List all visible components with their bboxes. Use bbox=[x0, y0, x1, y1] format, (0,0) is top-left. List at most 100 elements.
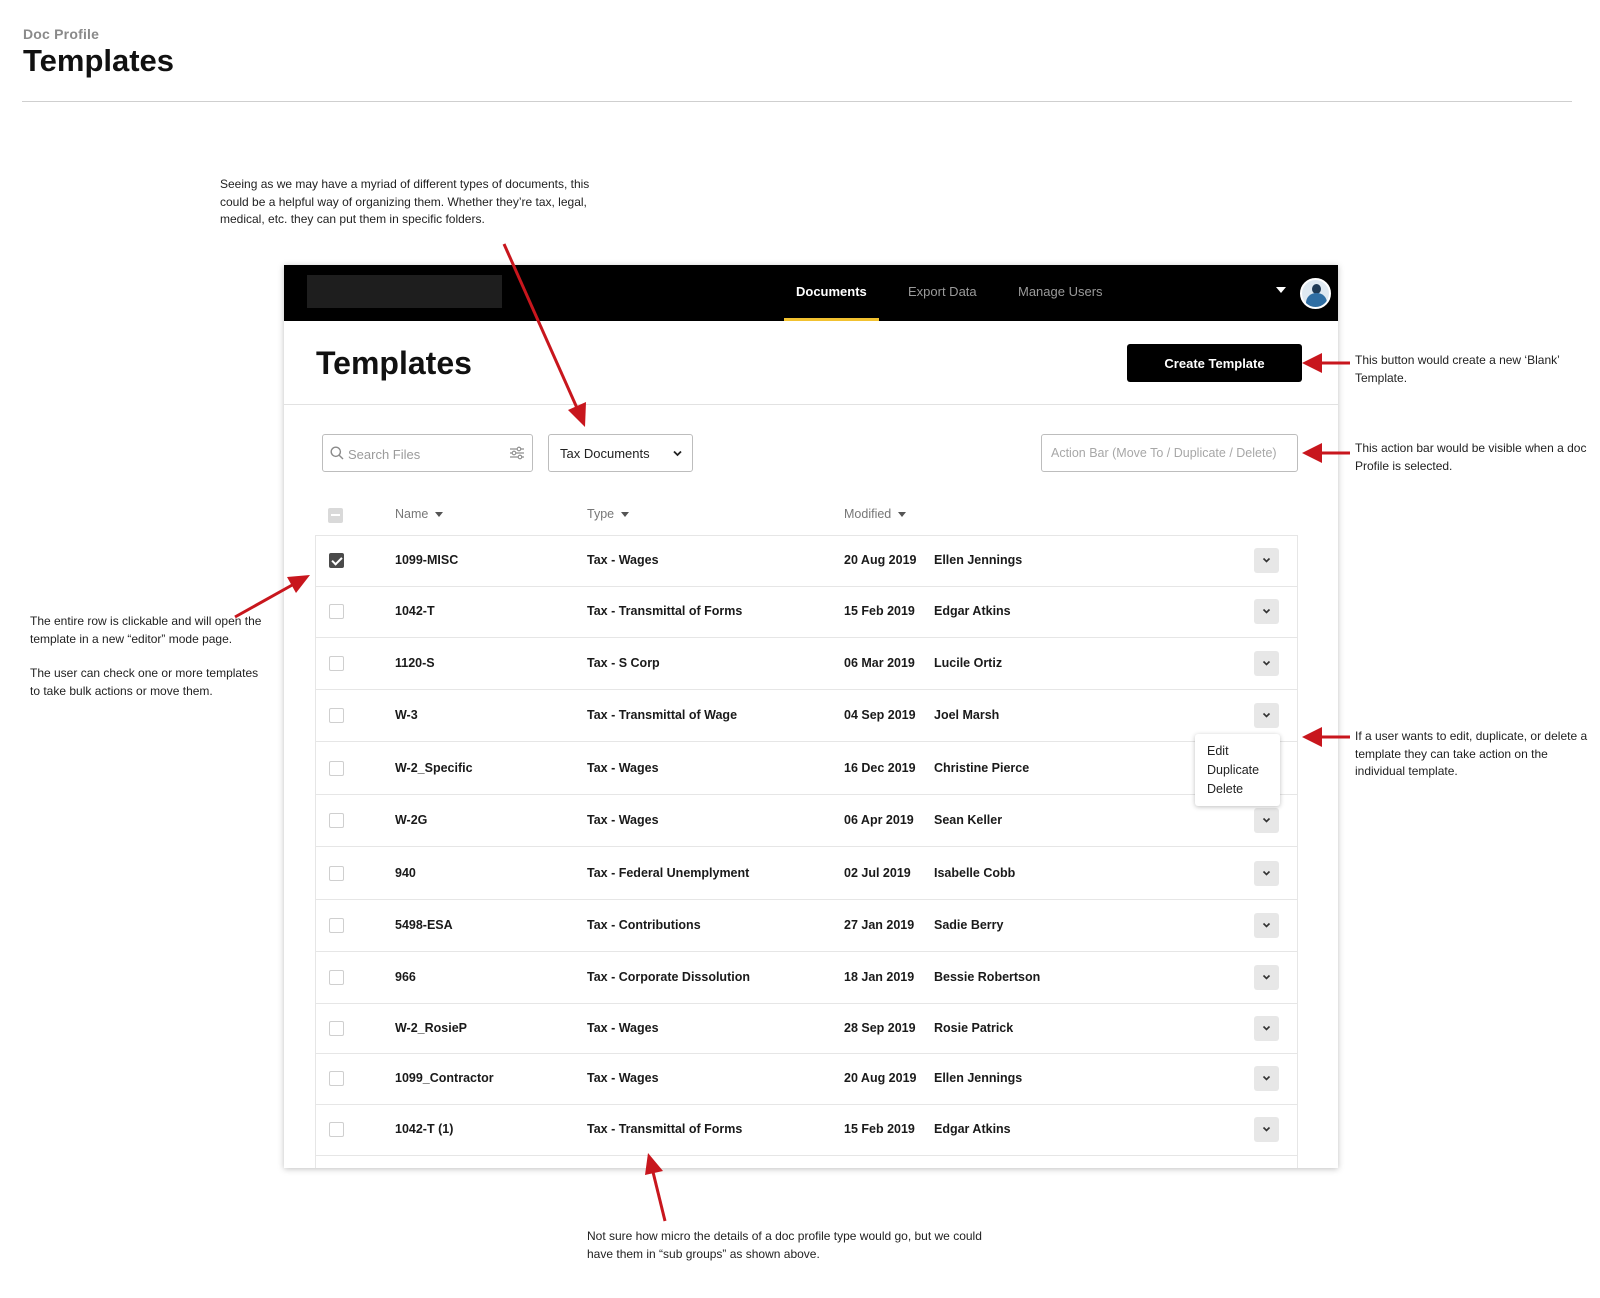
column-header-modified[interactable]: Modified bbox=[844, 507, 907, 521]
row-name: 1099-MISC bbox=[395, 553, 459, 567]
row-menu-button[interactable] bbox=[1254, 913, 1279, 938]
row-name: 1120-S bbox=[395, 656, 435, 670]
row-name: W-2_RosieP bbox=[395, 1021, 467, 1035]
table-row[interactable]: W-2G Tax - Wages 06 Apr 2019 Sean Keller bbox=[315, 794, 1298, 847]
row-menu-button[interactable] bbox=[1254, 1016, 1279, 1041]
row-modified-by: Joel Marsh bbox=[934, 708, 1000, 722]
row-menu-button[interactable] bbox=[1254, 861, 1279, 886]
table-row[interactable]: 940 Tax - Federal Unemplyment 02 Jul 2019 I… bbox=[315, 847, 1298, 900]
row-name: 1099_Contractor bbox=[395, 1071, 494, 1085]
row-modified-date: 20 Aug 2019 bbox=[844, 553, 917, 567]
row-name: 5498-ESA bbox=[395, 918, 453, 932]
annotation-row-check: The user can check one or more templates… bbox=[30, 666, 259, 698]
row-modified-date: 04 Sep 2019 bbox=[844, 708, 916, 722]
row-menu-button[interactable] bbox=[1254, 703, 1279, 728]
menu-item-edit[interactable]: Edit bbox=[1207, 744, 1229, 758]
row-checkbox[interactable] bbox=[329, 918, 344, 933]
chevron-down-icon bbox=[673, 450, 682, 457]
logo-placeholder bbox=[307, 275, 502, 308]
row-checkbox[interactable] bbox=[329, 656, 344, 671]
row-checkbox[interactable] bbox=[329, 708, 344, 723]
chevron-down-icon bbox=[1262, 922, 1271, 928]
table-row[interactable]: 966 Tax - Corporate Dissolution 18 Jan 201… bbox=[315, 951, 1298, 1004]
select-all-checkbox[interactable] bbox=[328, 508, 343, 523]
top-nav-bar: Documents Export Data Manage Users bbox=[284, 265, 1338, 321]
row-checkbox[interactable] bbox=[329, 970, 344, 985]
search-input[interactable] bbox=[348, 444, 498, 464]
row-checkbox[interactable] bbox=[329, 604, 344, 619]
nav-export-data[interactable]: Export Data bbox=[908, 284, 977, 321]
table-row[interactable]: 5498-ESA Tax - Contributions 27 Jan 2019 Sa… bbox=[315, 899, 1298, 952]
annotation-subgroups: Not sure how micro the details of a doc … bbox=[587, 1229, 982, 1261]
row-checkbox[interactable] bbox=[329, 866, 344, 881]
table-row[interactable]: W-2_RosieP Tax - Wages 28 Sep 2019 Rosie Pa… bbox=[315, 1004, 1298, 1054]
document-type-select[interactable]: Tax Documents bbox=[548, 434, 693, 472]
table-row[interactable]: 1099_Contractor Tax - Wages 20 Aug 2019 Ell… bbox=[315, 1053, 1298, 1105]
row-menu-button[interactable] bbox=[1254, 548, 1279, 573]
sort-caret-icon bbox=[898, 512, 907, 518]
nav-documents[interactable]: Documents bbox=[784, 284, 879, 321]
annotation-row: The entire row is clickable and will ope… bbox=[30, 613, 270, 700]
table-row[interactable]: W-2_Specific Tax - Wages 16 Dec 2019 Christ… bbox=[315, 742, 1298, 795]
column-header-modified-label: Modified bbox=[844, 507, 892, 521]
row-type: Tax - Wages bbox=[587, 1071, 659, 1085]
row-modified-by: Isabelle Cobb bbox=[934, 866, 1016, 880]
menu-item-delete[interactable]: Delete bbox=[1207, 782, 1243, 796]
row-menu-button[interactable] bbox=[1254, 599, 1279, 624]
row-modified-by: Ellen Jennings bbox=[934, 553, 1023, 567]
templates-heading: Templates bbox=[316, 345, 472, 381]
row-name: 1042-T bbox=[395, 604, 435, 618]
search-box[interactable] bbox=[322, 434, 533, 472]
row-menu-button[interactable] bbox=[1254, 1066, 1279, 1091]
row-menu-button[interactable] bbox=[1254, 1117, 1279, 1142]
account-menu-caret-icon[interactable] bbox=[1276, 287, 1286, 293]
page-divider bbox=[22, 101, 1572, 102]
chevron-down-icon bbox=[1262, 1025, 1271, 1031]
annotation-create-template: This button would create a new ‘Blank’ T… bbox=[1355, 353, 1560, 385]
page-kicker: Doc Profile bbox=[23, 26, 100, 42]
row-modified-date: 06 Apr 2019 bbox=[844, 813, 914, 827]
column-header-name-label: Name bbox=[395, 507, 429, 521]
create-template-button[interactable]: Create Template bbox=[1127, 344, 1302, 382]
row-type: Tax - Wages bbox=[587, 553, 659, 567]
header-divider bbox=[284, 404, 1338, 405]
row-checkbox[interactable] bbox=[329, 1021, 344, 1036]
row-type: Tax - Transmittal of Wage bbox=[587, 708, 738, 722]
nav-manage-users[interactable]: Manage Users bbox=[1018, 284, 1103, 321]
row-menu-button[interactable] bbox=[1254, 965, 1279, 990]
row-checkbox[interactable] bbox=[329, 1122, 344, 1137]
row-checkbox[interactable] bbox=[329, 1071, 344, 1086]
column-header-type[interactable]: Type bbox=[587, 507, 630, 521]
row-checkbox[interactable] bbox=[329, 813, 344, 828]
table-row[interactable]: 1120-S Tax - S Corp 06 Mar 2019 Lucile Orti… bbox=[315, 638, 1298, 690]
row-modified-date: 06 Mar 2019 bbox=[844, 656, 915, 670]
table-row[interactable]: W-3 Tax - Transmittal of Wage 04 Sep 2019 J… bbox=[315, 690, 1298, 742]
row-type: Tax - Federal Unemplyment bbox=[587, 866, 750, 880]
row-menu-button[interactable] bbox=[1254, 651, 1279, 676]
table-row[interactable]: 1042-T (1) Tax - Transmittal of Forms 15 F… bbox=[315, 1104, 1298, 1156]
row-type: Tax - Contributions bbox=[587, 918, 701, 932]
chevron-down-icon bbox=[1262, 557, 1271, 563]
arrow-to-subgroup-type bbox=[651, 1171, 667, 1222]
table-row[interactable]: 1099-MISC Tax - Wages 20 Aug 2019 Ellen Jen… bbox=[315, 535, 1298, 587]
avatar-body bbox=[1306, 293, 1327, 307]
chevron-down-icon bbox=[1262, 1075, 1271, 1081]
table-row[interactable]: 1042-T Tax - Transmittal of Forms 15 Feb 2… bbox=[315, 586, 1298, 638]
row-modified-date: 16 Dec 2019 bbox=[844, 761, 916, 775]
chevron-down-icon bbox=[1262, 974, 1271, 980]
column-header-name[interactable]: Name bbox=[395, 507, 444, 521]
row-modified-by: Edgar Atkins bbox=[934, 604, 1011, 618]
action-bar[interactable]: Action Bar (Move To / Duplicate / Delete… bbox=[1041, 434, 1298, 472]
chevron-down-icon bbox=[1262, 870, 1271, 876]
user-avatar-icon[interactable] bbox=[1300, 278, 1331, 309]
filter-sliders-icon[interactable] bbox=[509, 446, 525, 460]
row-checkbox[interactable] bbox=[329, 761, 344, 776]
menu-item-duplicate[interactable]: Duplicate bbox=[1207, 763, 1259, 777]
row-modified-by: Ellen Jennings bbox=[934, 1071, 1023, 1085]
app-window: Documents Export Data Manage Users Templ… bbox=[284, 265, 1338, 1168]
row-checkbox[interactable] bbox=[329, 553, 344, 568]
row-type: Tax - Transmittal of Forms bbox=[587, 604, 743, 618]
row-menu-button[interactable] bbox=[1254, 808, 1279, 833]
row-modified-date: 18 Jan 2019 bbox=[844, 970, 915, 984]
row-type: Tax - Corporate Dissolution bbox=[587, 970, 750, 984]
